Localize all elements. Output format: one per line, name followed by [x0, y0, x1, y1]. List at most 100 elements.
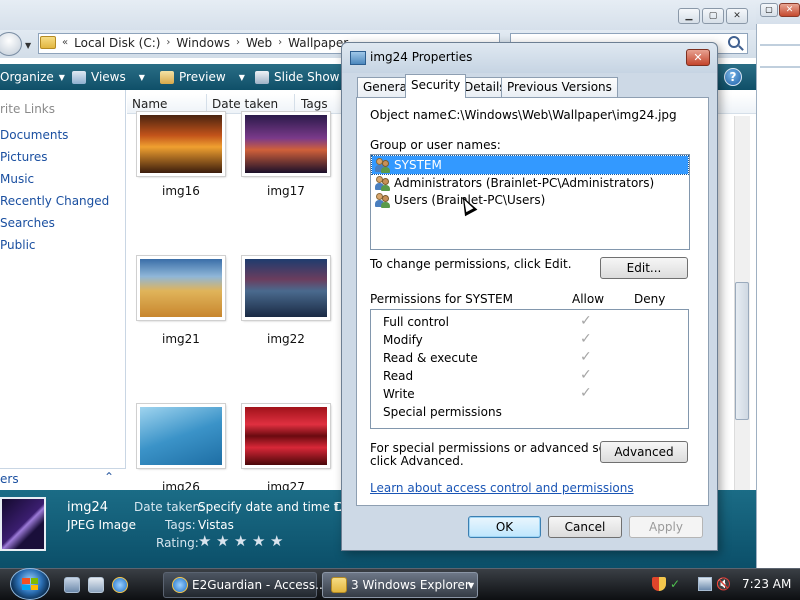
recent-pages-dropdown-icon[interactable]: ▼ [25, 41, 31, 50]
rating-label: Rating: [156, 536, 199, 550]
thumbnail-label[interactable]: img22 [242, 332, 330, 346]
slideshow-button[interactable]: Slide Show [255, 64, 339, 90]
nav-link-pictures[interactable]: Pictures [0, 150, 48, 164]
nav-link-public[interactable]: Public [0, 238, 36, 252]
star-icon[interactable]: ★ [252, 533, 268, 549]
permission-label: Read & execute [383, 351, 478, 365]
folder-icon [331, 577, 347, 593]
breadcrumb-item[interactable]: Windows [176, 36, 230, 50]
thumbnail-image[interactable] [136, 111, 226, 177]
scrollbar-thumb[interactable] [735, 282, 749, 420]
clock[interactable]: 7:23 AM [742, 577, 791, 591]
list-item-label: SYSTEM [394, 158, 442, 172]
close-icon[interactable]: ✕ [779, 3, 800, 17]
taskbar-button-e2guardian[interactable]: E2Guardian - Access... [163, 572, 327, 598]
advanced-button[interactable]: Advanced [600, 441, 688, 463]
column-header-tags[interactable]: Tags [301, 97, 328, 111]
column-header-name[interactable]: Name [132, 97, 167, 111]
taskbar-button-windows-explorer[interactable]: 3 Windows Explorer ▼ [322, 572, 478, 598]
column-separator[interactable] [294, 94, 295, 114]
change-permissions-text: To change permissions, click Edit. [370, 257, 572, 271]
breadcrumb-separator-icon[interactable]: › [278, 36, 282, 50]
date-taken-label: Date taken: [134, 500, 205, 514]
dropdown-arrow-icon: ▼ [238, 72, 245, 82]
show-desktop-icon[interactable] [64, 577, 80, 593]
overflow-chevron-icon[interactable]: « [62, 36, 68, 50]
thumbnail-image[interactable] [241, 403, 331, 469]
views-icon [72, 70, 86, 84]
star-icon[interactable]: ★ [234, 533, 250, 549]
nav-link-recently-changed[interactable]: Recently Changed [0, 194, 109, 208]
taskbar-button-label: E2Guardian - Access... [192, 578, 327, 592]
list-item-users[interactable]: Users (Brainlet-PC\Users) [372, 191, 688, 209]
tab-previous-versions[interactable]: Previous Versions [501, 77, 618, 97]
help-icon[interactable]: ? [724, 68, 742, 86]
search-icon[interactable] [728, 36, 740, 48]
ok-button[interactable]: OK [468, 516, 541, 538]
check-status-icon[interactable]: ✓ [670, 577, 684, 591]
list-item-system[interactable]: SYSTEM [371, 155, 689, 175]
nav-link-searches[interactable]: Searches [0, 216, 55, 230]
checkmark-icon: ✓ [580, 313, 592, 329]
security-shield-icon[interactable] [652, 577, 666, 591]
volume-muted-icon[interactable]: 🔇 [716, 577, 731, 591]
chevron-up-icon[interactable]: ⌃ [104, 470, 114, 484]
special-permissions-text-2: click Advanced. [370, 454, 464, 468]
permission-label: Full control [383, 315, 449, 329]
thumbnail-label[interactable]: img17 [242, 184, 330, 198]
permission-label: Write [383, 387, 415, 401]
user-group-icon [375, 192, 391, 208]
star-icon[interactable]: ★ [198, 533, 214, 549]
folders-label[interactable]: ers [0, 472, 19, 486]
date-taken-value[interactable]: Specify date and time t... [198, 500, 350, 514]
close-button[interactable]: ✕ [686, 49, 710, 66]
network-icon[interactable] [698, 577, 712, 591]
breadcrumb-separator-icon[interactable]: › [166, 36, 170, 50]
thumbnail-label[interactable]: img21 [137, 332, 225, 346]
checkmark-icon: ✓ [580, 385, 592, 401]
details-filename: img24 [67, 500, 109, 515]
internet-explorer-icon [172, 577, 188, 593]
internet-explorer-icon[interactable] [112, 577, 128, 593]
tab-security[interactable]: Security [405, 74, 467, 98]
thumbnail-label[interactable]: img16 [137, 184, 225, 198]
learn-more-link[interactable]: Learn about access control and permissio… [370, 481, 634, 495]
permissions-header: Permissions for SYSTEM [370, 292, 513, 306]
tags-value[interactable]: Vistas [198, 518, 234, 532]
nav-link-music[interactable]: Music [0, 172, 34, 186]
breadcrumb-separator-icon[interactable]: › [236, 36, 240, 50]
restore-button[interactable]: ▢ [760, 3, 778, 17]
object-name-value: C:\Windows\Web\Wallpaper\img24.jpg [448, 108, 677, 122]
maximize-button[interactable]: ▢ [702, 8, 724, 24]
breadcrumb-item[interactable]: Local Disk (C:) [74, 36, 160, 50]
preview-button[interactable]: Preview ▼ [160, 64, 245, 90]
edit-button[interactable]: Edit... [600, 257, 688, 279]
background-window [756, 0, 800, 568]
breadcrumb-item[interactable]: Wallpaper [288, 36, 348, 50]
switch-windows-icon[interactable] [88, 577, 104, 593]
permission-label: Modify [383, 333, 423, 347]
breadcrumb-item[interactable]: Web [246, 36, 272, 50]
star-icon[interactable]: ★ [216, 533, 232, 549]
close-button[interactable]: ✕ [726, 8, 748, 24]
organize-button[interactable]: Organize ▼ [0, 64, 65, 90]
apply-button[interactable]: Apply [629, 516, 703, 538]
details-filetype: JPEG Image [67, 518, 137, 532]
star-icon[interactable]: ★ [270, 533, 286, 549]
column-separator[interactable] [206, 94, 207, 114]
folder-icon [40, 36, 56, 49]
allow-column-header: Allow [572, 292, 605, 306]
thumbnail-image[interactable] [136, 255, 226, 321]
thumbnail-image[interactable] [241, 111, 331, 177]
views-button[interactable]: Views ▼ [72, 64, 145, 90]
thumbnail-image[interactable] [136, 403, 226, 469]
thumbnail-image[interactable] [241, 255, 331, 321]
dropdown-arrow-icon: ▼ [138, 72, 145, 82]
checkmark-icon: ✓ [580, 331, 592, 347]
nav-link-documents[interactable]: Documents [0, 128, 68, 142]
list-item-administrators[interactable]: Administrators (Brainlet-PC\Administrato… [372, 174, 688, 192]
minimize-button[interactable]: ▁ [678, 8, 700, 24]
column-header-date-taken[interactable]: Date taken [212, 97, 278, 111]
list-item-label: Administrators (Brainlet-PC\Administrato… [394, 176, 655, 190]
cancel-button[interactable]: Cancel [548, 516, 622, 538]
